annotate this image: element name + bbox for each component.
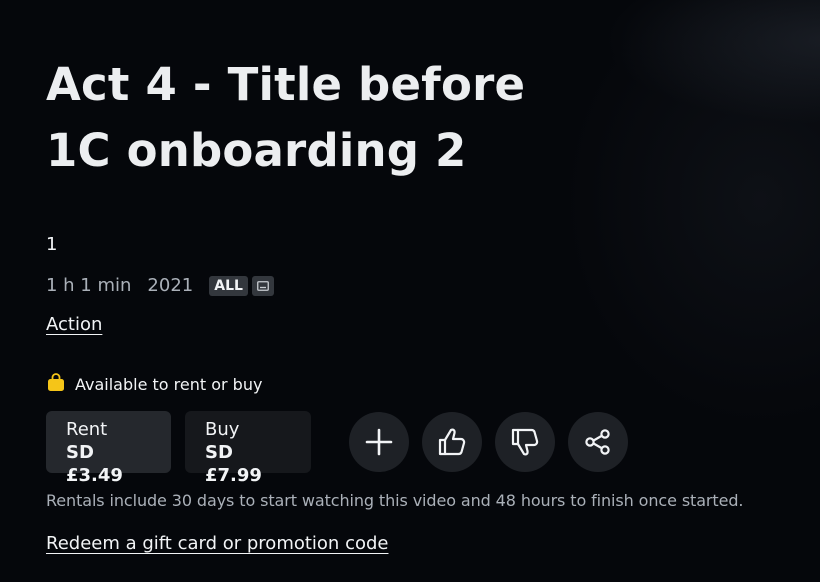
- rental-terms: Rentals include 30 days to start watchin…: [46, 491, 744, 510]
- subtitles-icon: [251, 275, 274, 296]
- buy-label: Buy: [205, 419, 240, 440]
- thumbs-down-icon: [511, 428, 539, 456]
- rent-button[interactable]: Rent SD £3.49: [46, 411, 171, 486]
- add-to-watchlist-button[interactable]: [349, 412, 409, 472]
- page-title: Act 4 - Title before 1C onboarding 2: [46, 58, 526, 177]
- rating-badge: ALL: [209, 275, 248, 296]
- genre-link[interactable]: Action: [46, 314, 102, 335]
- plus-icon: [365, 428, 393, 456]
- rent-label: Rent: [66, 419, 108, 440]
- redeem-gift-card-link[interactable]: Redeem a gift card or promotion code: [46, 533, 388, 554]
- rent-price: SD £3.49: [66, 442, 123, 486]
- season-number: 1: [46, 234, 58, 255]
- availability-status: Available to rent or buy: [46, 372, 262, 396]
- release-year: 2021: [147, 275, 194, 296]
- action-buttons: Rent SD £3.49 Buy SD £7.99: [46, 411, 628, 486]
- availability-text: Available to rent or buy: [75, 374, 263, 394]
- dislike-button[interactable]: [495, 412, 555, 472]
- buy-button[interactable]: Buy SD £7.99: [185, 411, 311, 486]
- share-button[interactable]: [568, 412, 628, 472]
- buy-price: SD £7.99: [205, 442, 262, 486]
- like-button[interactable]: [422, 412, 482, 472]
- shopping-bag-icon: [46, 372, 66, 396]
- runtime: 1 h 1 min: [46, 275, 132, 296]
- share-icon: [585, 429, 610, 455]
- thumbs-up-icon: [438, 428, 466, 456]
- metadata-row: 1 h 1 min 2021 ALL: [46, 275, 274, 296]
